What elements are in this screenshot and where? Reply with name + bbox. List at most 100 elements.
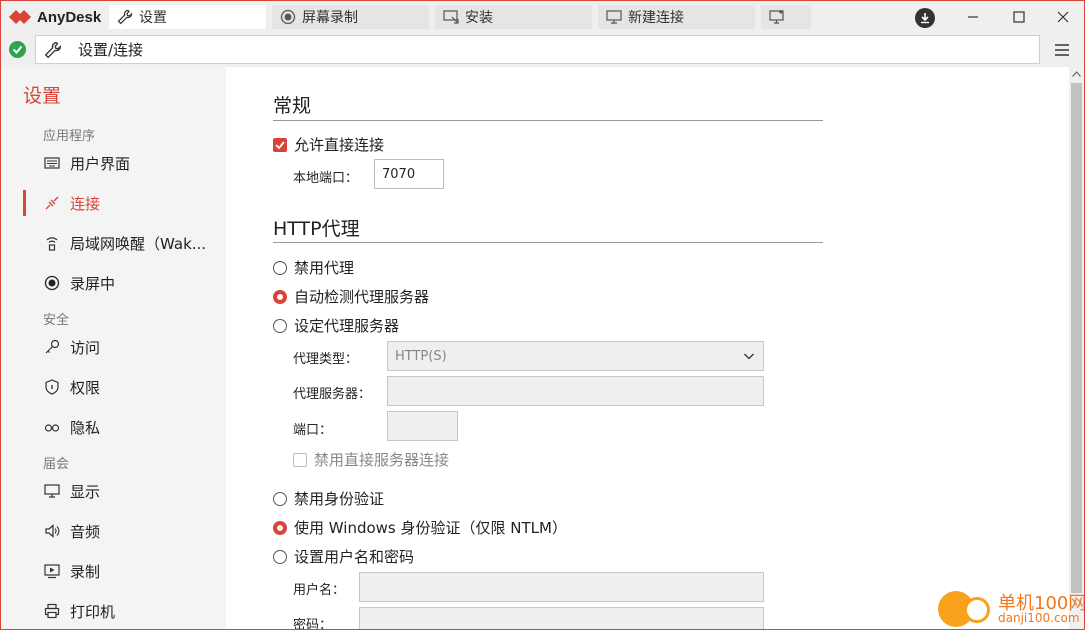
wake-on-lan-icon [46,237,58,251]
display-icon [44,484,60,498]
chevron-down-icon [744,353,754,360]
printer-icon [44,603,60,619]
disable-proxy-radio[interactable]: 禁用代理 [273,257,354,278]
app-logo: AnyDesk [9,7,101,27]
maximize-button[interactable] [1009,7,1029,27]
app-name: AnyDesk [37,8,102,26]
connection-status-indicator [9,41,26,58]
local-port-input[interactable]: 7070 [374,159,444,189]
minimize-button[interactable] [963,7,983,27]
address-bar: 设置/连接 [1,33,1084,67]
sidebar-item-label: 录屏中 [70,274,116,293]
active-indicator [23,190,26,216]
section-heading-proxy: HTTP代理 [273,218,360,240]
sidebar-item-display[interactable]: 显示 [23,476,223,506]
sidebar-item-record[interactable]: 录制 [23,556,223,586]
radio-unselected-icon [273,260,287,275]
record-icon [280,9,296,25]
password-input[interactable] [359,607,764,629]
sidebar-item-user-interface[interactable]: 用户界面 [23,148,223,178]
sidebar-item-label: 显示 [70,482,101,501]
allow-direct-connection-checkbox[interactable]: 允许直接连接 [273,134,384,155]
tab-settings[interactable]: 设置 [109,5,266,29]
divider [273,120,823,121]
radio-unselected-icon [273,318,287,333]
radio-label: 设置用户名和密码 [294,548,415,566]
sidebar-item-permissions[interactable]: 权限 [23,372,223,402]
tab-new-connection[interactable]: 新建连接 [598,5,755,29]
record-icon [44,275,60,291]
proxy-server-input[interactable] [387,376,764,406]
key-icon [45,339,60,354]
monitor-icon [606,10,622,24]
sidebar-item-printer[interactable]: 打印机 [23,596,223,626]
radio-label: 使用 Windows 身份验证（仅限 NTLM） [294,519,567,537]
checkbox-unchecked-icon [293,452,307,467]
main-menu-button[interactable] [1053,41,1071,59]
proxy-type-value: HTTP(S) [395,348,447,364]
close-button[interactable] [1053,7,1073,27]
radio-unselected-icon [273,491,287,506]
sidebar-title: 设置 [23,85,62,107]
password-label: 密码： [293,618,333,630]
watermark-url: danji100.com [998,611,1080,625]
scroll-up-arrow-icon[interactable] [1072,71,1081,77]
sidebar-item-recording[interactable]: 录屏中 [23,268,223,298]
wrench-icon [44,41,61,58]
windows-auth-radio[interactable]: 使用 Windows 身份验证（仅限 NTLM） [273,517,567,538]
new-session-icon [769,10,784,24]
tab-screen-recording[interactable]: 屏幕录制 [272,5,429,29]
section-label-security: 安全 [43,313,70,328]
sidebar-item-label: 打印机 [70,602,116,621]
set-proxy-radio[interactable]: 设定代理服务器 [273,315,399,336]
sidebar-item-label: 局域网唤醒（Wak... [70,234,207,253]
radio-label: 设定代理服务器 [294,317,400,335]
radio-selected-icon [273,289,287,304]
scrollbar-thumb[interactable] [1071,83,1082,593]
proxy-type-label: 代理类型： [293,352,359,367]
hamburger-menu-icon [1055,44,1069,56]
sidebar-item-audio[interactable]: 音频 [23,516,223,546]
sidebar-item-privacy[interactable]: 隐私 [23,412,223,442]
shield-icon [45,379,59,395]
sidebar-item-label: 访问 [70,338,101,357]
address-input[interactable]: 设置/连接 [35,35,1040,64]
sidebar-item-label: 音频 [70,522,101,541]
settings-content: 常规 允许直接连接 本地端口： 7070 HTTP代理 禁用代理 自动检测代理服… [226,67,1069,630]
disable-direct-server-checkbox[interactable]: 禁用直接服务器连接 [293,449,449,470]
download-button[interactable] [915,8,935,28]
video-icon [44,564,60,579]
maximize-icon [1013,11,1025,23]
new-tab-button[interactable] [761,5,811,29]
settings-sidebar: 设置 应用程序 用户界面 连接 局域网唤醒（Wak... 录屏中 安全 访问 权… [1,67,226,629]
sidebar-item-wake-on-lan[interactable]: 局域网唤醒（Wak... [23,228,223,258]
proxy-port-input[interactable] [387,411,458,441]
radio-label: 禁用代理 [294,259,355,277]
sidebar-item-access[interactable]: 访问 [23,332,223,362]
address-path: 设置/连接 [78,41,144,59]
checkbox-checked-icon [273,137,287,152]
sidebar-item-connection[interactable]: 连接 [23,188,223,218]
keyboard-icon [44,157,60,169]
close-icon [1057,11,1069,23]
auto-detect-proxy-radio[interactable]: 自动检测代理服务器 [273,286,429,307]
tab-install[interactable]: 安装 [435,5,592,29]
install-icon [443,10,459,24]
radio-unselected-icon [273,549,287,564]
disable-auth-radio[interactable]: 禁用身份验证 [273,488,384,509]
radio-label: 禁用身份验证 [294,490,385,508]
section-heading-general: 常规 [273,95,312,117]
speaker-icon [45,524,60,538]
radio-label: 自动检测代理服务器 [294,288,430,306]
vertical-scrollbar[interactable] [1069,67,1084,629]
proxy-server-label: 代理服务器： [293,387,372,402]
sidebar-item-label: 权限 [70,378,101,397]
anydesk-window: AnyDesk 设置 屏幕录制 安装 新建连接 设置/连接 设置 应用程序 用户… [0,0,1085,630]
username-input[interactable] [359,572,764,602]
proxy-port-label: 端口： [293,423,333,438]
checkbox-label: 允许直接连接 [294,136,385,154]
set-credentials-radio[interactable]: 设置用户名和密码 [273,546,414,567]
sidebar-item-label: 连接 [70,194,101,213]
proxy-type-select[interactable]: HTTP(S) [387,341,764,371]
username-label: 用户名： [293,583,346,598]
